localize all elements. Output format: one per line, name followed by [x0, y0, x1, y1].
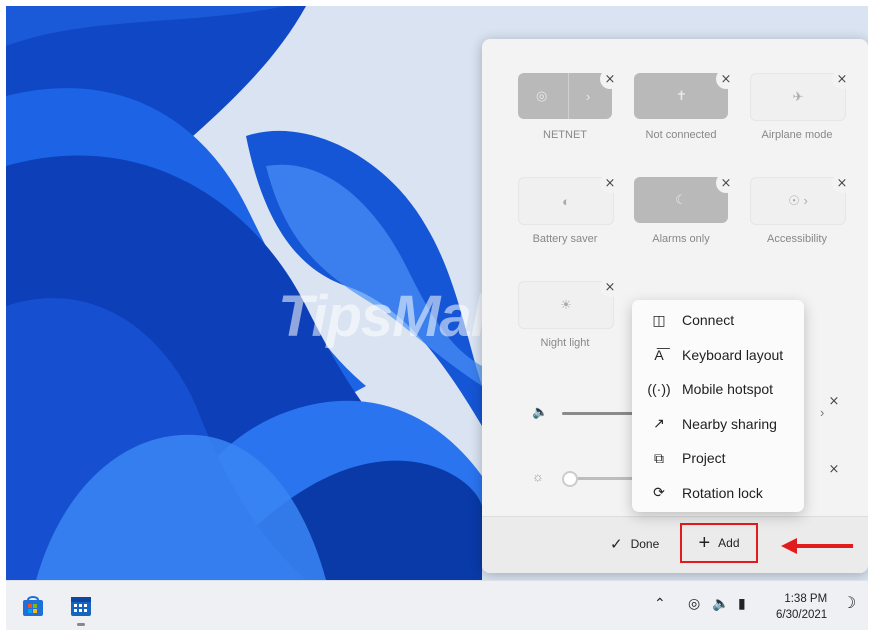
calendar-icon	[71, 597, 91, 616]
taskbar: ⌃ ◎ 🔈 ▮ 1:38 PM 6/30/2021 ☽	[6, 580, 868, 630]
tile-label: Night light	[540, 337, 590, 349]
chevron-up-icon[interactable]: ⌃	[654, 595, 666, 612]
tile-label: NETNET	[543, 129, 587, 141]
hotspot-icon: ((·))	[647, 381, 671, 398]
tile-label: Accessibility	[767, 233, 827, 245]
menu-item-label: Keyboard layout	[682, 346, 784, 363]
battery-saver-icon: ◐	[562, 193, 570, 209]
nearby-sharing-icon: ↗	[653, 415, 665, 432]
menu-item-keyboard-layout[interactable]: A͞ Keyboard layout	[632, 338, 804, 373]
rotation-lock-icon: ⟳	[653, 484, 665, 501]
tile-label: Battery saver	[532, 233, 598, 245]
tile-label: Alarms only	[652, 233, 710, 245]
unpin-icon[interactable]: ⨯	[600, 173, 620, 193]
clock-time: 1:38 PM	[784, 593, 828, 605]
red-arrow-annotation	[781, 538, 853, 554]
unpin-icon[interactable]: ⨯	[600, 277, 620, 297]
night-light-icon: ☀	[560, 297, 572, 312]
wifi-icon: ◎	[536, 88, 548, 103]
volume-slider[interactable]	[562, 412, 642, 415]
cast-icon: ◫	[652, 311, 666, 328]
battery-icon[interactable]: ▮	[738, 595, 746, 612]
menu-item-rotation-lock[interactable]: ⟳ Rotation lock	[632, 476, 804, 511]
focus-moon-icon[interactable]: ☽	[842, 593, 856, 613]
menu-item-mobile-hotspot[interactable]: ((·)) Mobile hotspot	[632, 372, 804, 407]
menu-item-label: Rotation lock	[682, 484, 763, 501]
plus-icon: +	[698, 532, 711, 554]
keyboard-layout-icon: A͞	[654, 346, 664, 363]
chevron-right-icon[interactable]: ›	[586, 89, 590, 104]
unpin-icon[interactable]: ⨯	[832, 69, 852, 89]
unpin-icon[interactable]: ⨯	[832, 173, 852, 193]
add-label: Add	[718, 536, 740, 550]
menu-item-label: Project	[682, 450, 726, 467]
accessibility-icon: ☉ ›	[788, 193, 808, 208]
add-menu: ◫ Connect A͞ Keyboard layout ((·)) Mobil…	[632, 300, 804, 512]
screen: TipsMake ◎ › ⨯ NETNET ✝ ⨯ Not connected …	[6, 6, 868, 630]
tile-wifi[interactable]: ◎ ›	[518, 73, 612, 119]
done-label: Done	[630, 537, 660, 551]
tile-bluetooth[interactable]: ✝	[634, 73, 728, 119]
clock[interactable]: 1:38 PM 6/30/2021	[776, 591, 827, 623]
add-button[interactable]: + Add	[680, 523, 758, 563]
brightness-slider-thumb[interactable]	[562, 471, 578, 487]
checkmark-icon: ✓	[610, 536, 623, 553]
menu-item-label: Nearby sharing	[682, 415, 777, 432]
speaker-icon[interactable]: 🔈	[712, 595, 729, 612]
unpin-icon[interactable]: ⨯	[600, 69, 620, 89]
unpin-icon[interactable]: ⨯	[824, 459, 844, 479]
bluetooth-icon: ✝	[676, 88, 687, 103]
wifi-icon[interactable]: ◎	[688, 595, 700, 612]
menu-item-label: Connect	[682, 312, 735, 329]
clock-date: 6/30/2021	[776, 609, 828, 621]
store-app-button[interactable]	[20, 593, 46, 619]
tile-label: Airplane mode	[761, 129, 833, 141]
airplane-icon: ✈	[792, 89, 804, 104]
moon-icon: ☾	[675, 192, 687, 207]
menu-item-label: Mobile hotspot	[682, 381, 774, 398]
tile-label: Not connected	[645, 129, 717, 141]
unpin-icon[interactable]: ⨯	[824, 391, 844, 411]
tile-focus-assist[interactable]: ☾	[634, 177, 728, 223]
store-icon	[23, 596, 43, 616]
calendar-app-button[interactable]	[68, 593, 94, 626]
chevron-right-icon[interactable]: ›	[820, 405, 824, 420]
sun-icon: ☼	[532, 469, 544, 484]
menu-item-nearby-sharing[interactable]: ↗ Nearby sharing	[632, 407, 804, 442]
menu-item-connect[interactable]: ◫ Connect	[632, 303, 804, 338]
unpin-icon[interactable]: ⨯	[716, 69, 736, 89]
done-button[interactable]: ✓ Done	[610, 535, 659, 553]
project-icon: ⧉	[654, 449, 664, 466]
speaker-icon: 🔈	[532, 404, 549, 419]
unpin-icon[interactable]: ⨯	[716, 173, 736, 193]
menu-item-project[interactable]: ⧉ Project	[632, 441, 804, 476]
